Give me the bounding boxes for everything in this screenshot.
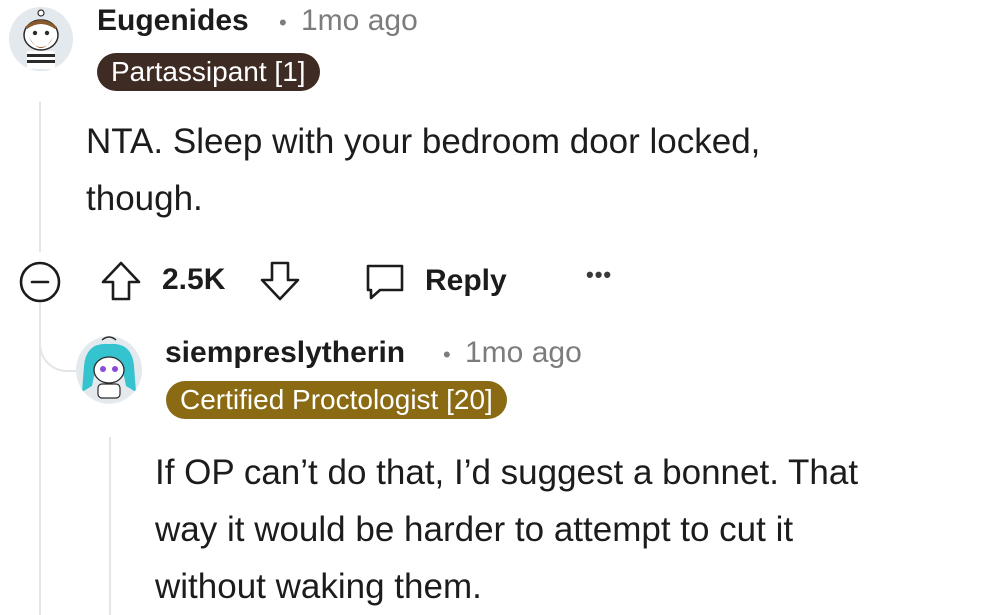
timestamp[interactable]: 1mo ago (465, 336, 582, 370)
username[interactable]: siempreslytherin (165, 336, 405, 370)
reply-button[interactable]: Reply (362, 258, 507, 304)
upvote-arrow-icon (101, 261, 141, 301)
comment-body-line: If OP can’t do that, I’d suggest a bonne… (155, 453, 859, 492)
reply-label: Reply (425, 264, 507, 297)
comment-body: NTA. Sleep with your bedroom door locked… (86, 113, 760, 227)
timestamp[interactable]: 1mo ago (301, 4, 418, 38)
meta-separator: • (443, 342, 451, 367)
thread-line-reply (109, 437, 111, 615)
upvote-button[interactable] (98, 258, 144, 304)
comment-body-line: way it would be harder to attempt to cut… (155, 510, 794, 549)
comment-body-line: without waking them. (155, 567, 482, 606)
downvote-arrow-icon (260, 261, 300, 301)
vote-score: 2.5K (162, 263, 226, 296)
comment-body-line: NTA. Sleep with your bedroom door locked… (86, 122, 761, 161)
thread-line-main (39, 102, 41, 252)
downvote-button[interactable] (257, 258, 303, 304)
collapse-minus-icon (19, 261, 61, 303)
collapse-thread-button[interactable] (18, 260, 62, 304)
avatar[interactable] (76, 336, 142, 404)
user-flair: Certified Proctologist [20] (166, 381, 507, 419)
username[interactable]: Eugenides (97, 4, 249, 38)
avatar[interactable] (9, 7, 73, 71)
meta-separator: • (279, 10, 287, 35)
more-options-button[interactable]: ••• (586, 262, 612, 288)
user-flair: Partassipant [1] (97, 53, 320, 91)
comment-body: If OP can’t do that, I’d suggest a bonne… (155, 444, 858, 615)
comment-body-line: though. (86, 179, 203, 218)
comment-bubble-icon (366, 264, 404, 300)
thread-branch-curve (39, 300, 81, 372)
bearded-snoo-avatar-icon (9, 7, 73, 71)
teal-hair-snoo-avatar-icon (76, 336, 142, 403)
